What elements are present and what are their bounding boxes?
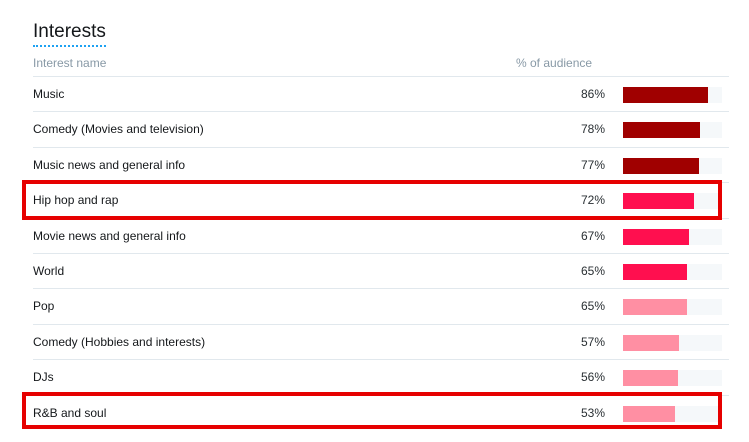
table-row: World 65% xyxy=(33,252,729,288)
audience-bar-fill xyxy=(623,334,680,351)
interest-name: Comedy (Movies and television) xyxy=(33,122,204,137)
audience-percent: 65% xyxy=(580,299,605,314)
audience-bar-track xyxy=(623,299,722,316)
column-header-interest-name[interactable]: Interest name xyxy=(33,56,106,70)
interest-name: World xyxy=(33,263,65,278)
table-row: Movie news and general info 67% xyxy=(33,217,729,253)
audience-bar-track xyxy=(623,122,722,139)
audience-bar-fill xyxy=(623,193,695,210)
audience-percent: 57% xyxy=(580,334,605,349)
table-row: DJs 56% xyxy=(33,359,729,394)
table-row: Music news and general info 77% xyxy=(33,146,729,182)
audience-percent: 78% xyxy=(580,122,605,137)
interest-name: Pop xyxy=(33,299,55,314)
audience-percent: 72% xyxy=(580,193,605,208)
audience-bar-fill xyxy=(623,228,690,245)
audience-percent: 56% xyxy=(580,370,605,385)
audience-bar-track xyxy=(623,334,722,351)
audience-bar-track xyxy=(623,228,722,245)
table-row: Pop 65% xyxy=(33,288,729,323)
audience-bar-fill xyxy=(623,87,709,103)
interest-name: Comedy (Hobbies and interests) xyxy=(33,334,206,349)
audience-bar-fill xyxy=(623,299,688,316)
audience-bar-fill xyxy=(623,157,700,174)
section-title: Interests xyxy=(33,20,106,47)
audience-bar-track xyxy=(623,370,722,387)
interest-name: R&B and soul xyxy=(33,405,107,420)
audience-bar-fill xyxy=(623,122,701,139)
column-header-percent-audience[interactable]: % of audience xyxy=(516,56,592,70)
audience-bar-track xyxy=(623,87,722,103)
audience-bar-fill xyxy=(623,370,679,387)
table-row: Comedy (Movies and television) 78% xyxy=(33,111,729,146)
interests-panel: Interests Interest name % of audience Mu… xyxy=(33,0,729,442)
audience-bar-track xyxy=(623,263,722,280)
audience-percent: 86% xyxy=(580,87,605,101)
table-header: Interest name % of audience xyxy=(33,54,729,76)
table-row: R&B and soul 53% xyxy=(33,394,729,430)
interest-name: Music news and general info xyxy=(33,157,186,172)
interests-list: Music 86% Comedy (Movies and television) 78… xyxy=(33,76,729,430)
audience-bar-track xyxy=(623,405,722,422)
audience-percent: 53% xyxy=(580,405,605,420)
audience-bar-fill xyxy=(623,405,676,422)
interest-name: Hip hop and rap xyxy=(33,193,119,208)
interest-name: DJs xyxy=(33,370,54,385)
table-row: Music 86% xyxy=(33,76,729,111)
audience-bar-track xyxy=(623,157,722,174)
audience-percent: 77% xyxy=(580,157,605,172)
table-row: Comedy (Hobbies and interests) 57% xyxy=(33,323,729,359)
audience-percent: 65% xyxy=(580,263,605,278)
audience-bar-track xyxy=(623,193,722,210)
audience-bar-fill xyxy=(623,263,688,280)
interest-name: Music xyxy=(33,87,65,101)
table-row: Hip hop and rap 72% xyxy=(33,182,729,217)
interest-name: Movie news and general info xyxy=(33,228,186,243)
audience-percent: 67% xyxy=(580,228,605,243)
